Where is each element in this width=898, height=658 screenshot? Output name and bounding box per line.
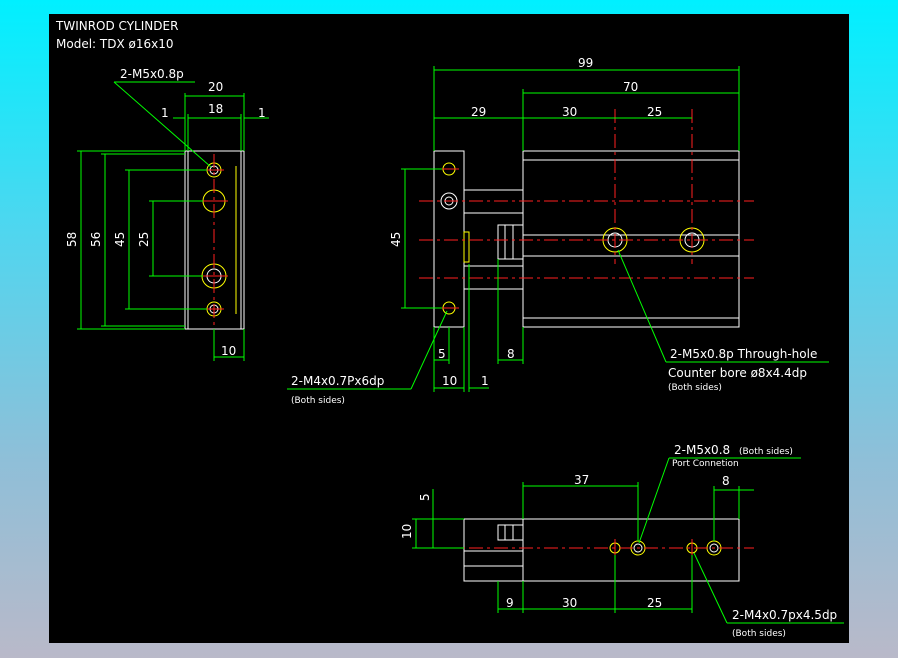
dim-5-bottom: 5 [418,493,432,501]
dim-30-bottom: 30 [562,596,577,610]
callout-m4-bottom: 2-M4x0.7px4.5dp [732,608,837,622]
callout-port-m5: 2-M5x0.8 [674,443,730,457]
cad-drawing: TWINROD CYLINDER Model: TDX ø16x10 20 18… [55,19,844,639]
dim-25-left: 25 [137,232,151,247]
left-view: 20 18 1 1 2-M5x0.8p 58 56 45 25 10 [65,67,269,361]
dim-70: 70 [623,80,638,94]
cylinder-body [522,150,740,328]
dim-29: 29 [471,105,486,119]
dim-20: 20 [208,80,223,94]
drawing-frame: TWINROD CYLINDER Model: TDX ø16x10 20 18… [49,14,849,643]
front-end-plate [433,150,465,328]
dim-45-left: 45 [113,232,127,247]
callout-m4-bottom-sub: (Both sides) [732,629,786,639]
dim-56: 56 [89,232,103,247]
piston-rod-nut [497,224,524,260]
bottom-nut [497,524,524,541]
bottom-view: 37 8 5 10 9 30 25 2-M5x0.8 (Both sides) … [400,443,844,639]
dim-8-front: 8 [507,347,515,361]
dim-1-right: 1 [258,106,266,120]
dim-18: 18 [208,102,223,116]
callout-m4-front-sub: (Both sides) [291,396,345,406]
dim-1-left: 1 [161,106,169,120]
callout-port-connection: Port Connetion [672,459,739,469]
front-view: 99 70 29 30 25 45 5 8 10 1 2-M4x0.7Px6dp… [287,56,829,406]
dim-8-bottom: 8 [722,474,730,488]
model-label: Model: TDX ø16x10 [56,37,173,51]
dim-10-left: 10 [221,344,236,358]
callout-port-m5-sub: (Both sides) [739,447,793,457]
dim-37: 37 [574,473,589,487]
dim-58: 58 [65,232,79,247]
dim-99: 99 [578,56,593,70]
dim-25-bottom: 25 [647,596,662,610]
dim-5-front: 5 [438,347,446,361]
dim-25-front: 25 [647,105,662,119]
callout-leader-diag [638,457,670,544]
dim-9: 9 [506,596,514,610]
bottom-plate [463,518,524,582]
drawing-title: TWINROD CYLINDER [55,19,178,33]
dim-45-front: 45 [389,232,403,247]
callout-counter-bore-sub: (Both sides) [668,383,722,393]
dim-1-front: 1 [481,374,489,388]
callout-m5-through: 2-M5x0.8p Through-hole [670,347,817,361]
callout-counter-bore: Counter bore ø8x4.4dp [668,366,807,380]
callout-leader-diag [617,249,667,363]
callout-m4-front: 2-M4x0.7Px6dp [291,374,384,388]
hidden-bushing [463,231,470,263]
dim-10-front: 10 [442,374,457,388]
callout-m5-left: 2-M5x0.8p [120,67,184,81]
callout-leader-diag [693,552,728,624]
dim-30-front: 30 [562,105,577,119]
dim-10-bottom: 10 [400,524,414,539]
